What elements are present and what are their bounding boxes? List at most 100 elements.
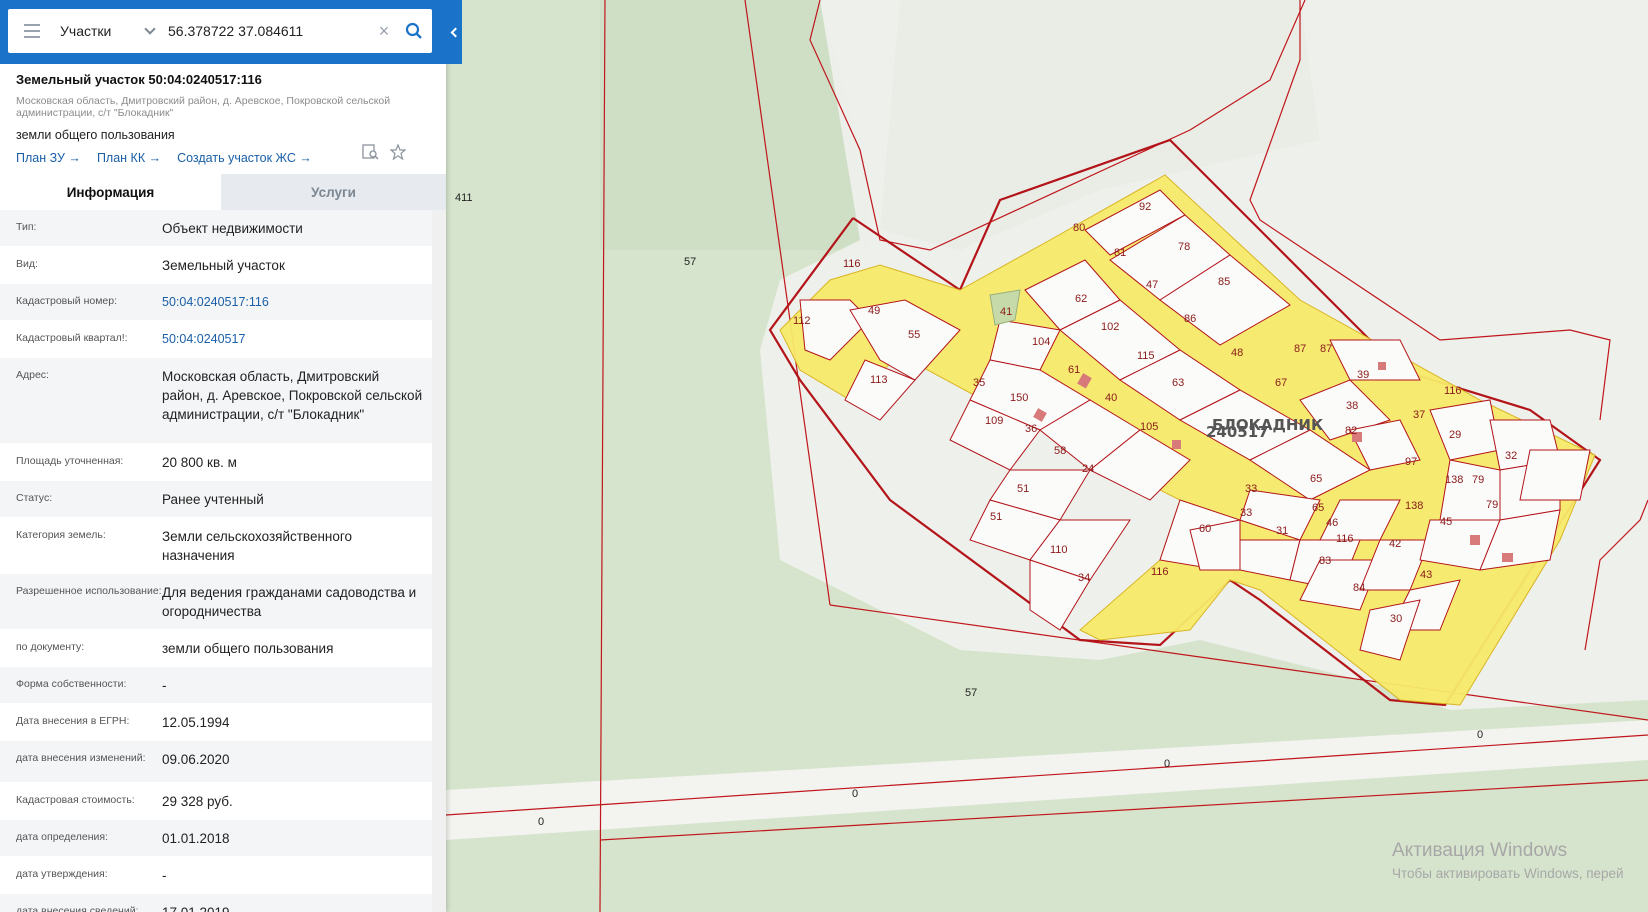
map-label-road-1: 0 <box>538 816 544 828</box>
plan-kk-link[interactable]: План КК → <box>97 151 161 165</box>
clear-icon[interactable]: × <box>372 9 396 53</box>
info-row: Адрес: Московская область, Дмитровский ра… <box>0 358 432 444</box>
info-row-value: 01.01.2018 <box>162 831 230 846</box>
info-row-label: дата утверждения: <box>16 868 108 880</box>
info-row: Кадастровая стоимость: 29 328 руб. <box>0 783 432 820</box>
plot-number-label: 79 <box>1472 474 1484 486</box>
find-document-icon[interactable] <box>362 144 380 165</box>
info-row-label: Дата внесения в ЕГРН: <box>16 715 130 727</box>
quarter-label: БЛОКАДНИК <box>1212 416 1324 434</box>
map-label-57-bottom: 57 <box>965 687 977 699</box>
plot-number-label: 41 <box>1000 306 1012 318</box>
favorite-star-icon[interactable] <box>389 143 407 165</box>
plot-number-label: 42 <box>1389 538 1401 550</box>
info-row: дата утверждения: - <box>0 857 432 894</box>
info-row: Площадь уточненная: 20 800 кв. м <box>0 444 432 481</box>
info-row-label: дата внесения сведений: <box>16 905 139 912</box>
info-row: Категория земель: Земли сельскохозяйствен… <box>0 518 432 574</box>
info-row-value: Московская область, Дмитровский район, д… <box>162 369 423 422</box>
plot-title: Земельный участок 50:04:0240517:116 <box>16 72 262 87</box>
search-input[interactable]: 56.378722 37.084611 <box>160 23 372 39</box>
info-row: Кадастровый номер: 50:04:0240517:116 <box>0 284 432 321</box>
info-row-label: Адрес: <box>16 369 49 381</box>
plot-number-label: 49 <box>868 305 880 317</box>
plot-number-label: 104 <box>1032 336 1050 348</box>
plot-number-label: 116 <box>843 258 861 270</box>
info-panel: Участки 56.378722 37.084611 × Земельный … <box>0 0 462 912</box>
plot-number-label: 116 <box>1151 566 1169 578</box>
plot-number-label: 112 <box>793 315 811 327</box>
info-row: Разрешенное использование: Для ведения гр… <box>0 574 432 630</box>
map-label-road-3: 0 <box>1164 758 1170 770</box>
info-row-value: - <box>162 678 167 693</box>
tab-services[interactable]: Услуги <box>221 174 446 210</box>
panel-tabs: Информация Услуги <box>0 174 446 210</box>
scrollbar[interactable] <box>432 210 446 912</box>
plot-number-label: 63 <box>1172 377 1184 389</box>
tab-info[interactable]: Информация <box>0 174 221 210</box>
info-row-value[interactable]: 50:04:0240517:116 <box>162 284 432 320</box>
info-table: Тип: Объект недвижимости Вид: Земельный уча… <box>0 210 432 912</box>
info-row-value[interactable]: 50:04:0240517 <box>162 321 432 357</box>
plot-number-label: 39 <box>1357 369 1369 381</box>
plot-number-label: 105 <box>1140 421 1158 433</box>
info-row-value: 17.01.2019 <box>162 894 432 912</box>
info-row-label: Площадь уточненная: <box>16 455 124 467</box>
plot-number-label: 67 <box>1275 377 1287 389</box>
plot-number-label: 43 <box>1420 569 1432 581</box>
plot-number-label: 51 <box>1017 483 1029 495</box>
plot-number-label: 40 <box>1105 392 1117 404</box>
plot-number-label: 32 <box>1505 450 1517 462</box>
layer-select-value: Участки <box>60 23 112 39</box>
plan-zu-link[interactable]: План ЗУ → <box>16 151 81 165</box>
info-row-value: Для ведения гражданами садоводства и ого… <box>162 585 417 619</box>
info-row-label: Вид: <box>16 258 38 270</box>
search-box: Участки 56.378722 37.084611 × <box>8 9 432 53</box>
info-row-label: Статус: <box>16 492 53 504</box>
plot-number-label: 82 <box>1345 425 1357 437</box>
plot-number-label: 38 <box>1346 400 1358 412</box>
search-icon[interactable] <box>396 9 432 53</box>
plot-number-label: 92 <box>1139 201 1151 213</box>
info-row: дата определения: 01.01.2018 <box>0 820 432 857</box>
plot-number-label: 34 <box>1078 572 1090 584</box>
plot-number-label: 33 <box>1245 483 1257 495</box>
search-bar: Участки 56.378722 37.084611 × <box>0 0 462 64</box>
plot-number-label: 24 <box>1082 463 1094 475</box>
plot-number-label: 109 <box>985 415 1003 427</box>
create-plot-link[interactable]: Создать участок ЖС → <box>177 151 312 165</box>
info-row-value: Ранее учтенный <box>162 492 264 507</box>
plot-number-label: 51 <box>990 511 1002 523</box>
plot-address: Московская область, Дмитровский район, д… <box>16 95 391 119</box>
watermark-title: Активация Windows <box>1392 840 1568 861</box>
plot-number-label: 79 <box>1486 499 1498 511</box>
plot-number-label: 113 <box>870 374 888 386</box>
info-row-label: дата внесения изменений: <box>16 752 146 764</box>
plot-number-label: 33 <box>1240 507 1252 519</box>
plot-number-label: 85 <box>1218 276 1230 288</box>
plot-number-label: 45 <box>1440 516 1452 528</box>
layer-select[interactable]: Участки <box>60 23 160 39</box>
plot-number-label: 150 <box>1010 392 1028 404</box>
plot-number-label: 115 <box>1137 350 1155 362</box>
chevron-down-icon <box>144 23 156 35</box>
menu-icon[interactable] <box>8 9 56 53</box>
plot-number-label: 35 <box>973 377 985 389</box>
plot-number-label: 84 <box>1353 582 1365 594</box>
info-row: Тип: Объект недвижимости <box>0 210 432 247</box>
plot-number-label: 30 <box>1390 613 1402 625</box>
plot-number-label: 61 <box>1068 364 1080 376</box>
collapse-panel-icon[interactable] <box>446 18 462 46</box>
plot-number-label: 116 <box>1336 533 1354 545</box>
info-row-value: земли общего пользования <box>162 641 334 656</box>
plot-header: Земельный участок 50:04:0240517:116 Моск… <box>16 70 436 165</box>
plot-actions <box>362 143 407 165</box>
plot-number-label: 138 <box>1405 500 1423 512</box>
map-label-57-top: 57 <box>684 256 696 268</box>
info-row-value: Земли сельскохозяйственного назначения <box>162 529 353 563</box>
plot-number-label: 86 <box>1184 313 1196 325</box>
info-row-label: Форма собственности: <box>16 678 127 690</box>
plot-number-label: 87 <box>1320 343 1332 355</box>
info-row: дата внесения сведений: 17.01.2019 <box>0 894 432 912</box>
plot-number-label: 87 <box>1294 343 1306 355</box>
